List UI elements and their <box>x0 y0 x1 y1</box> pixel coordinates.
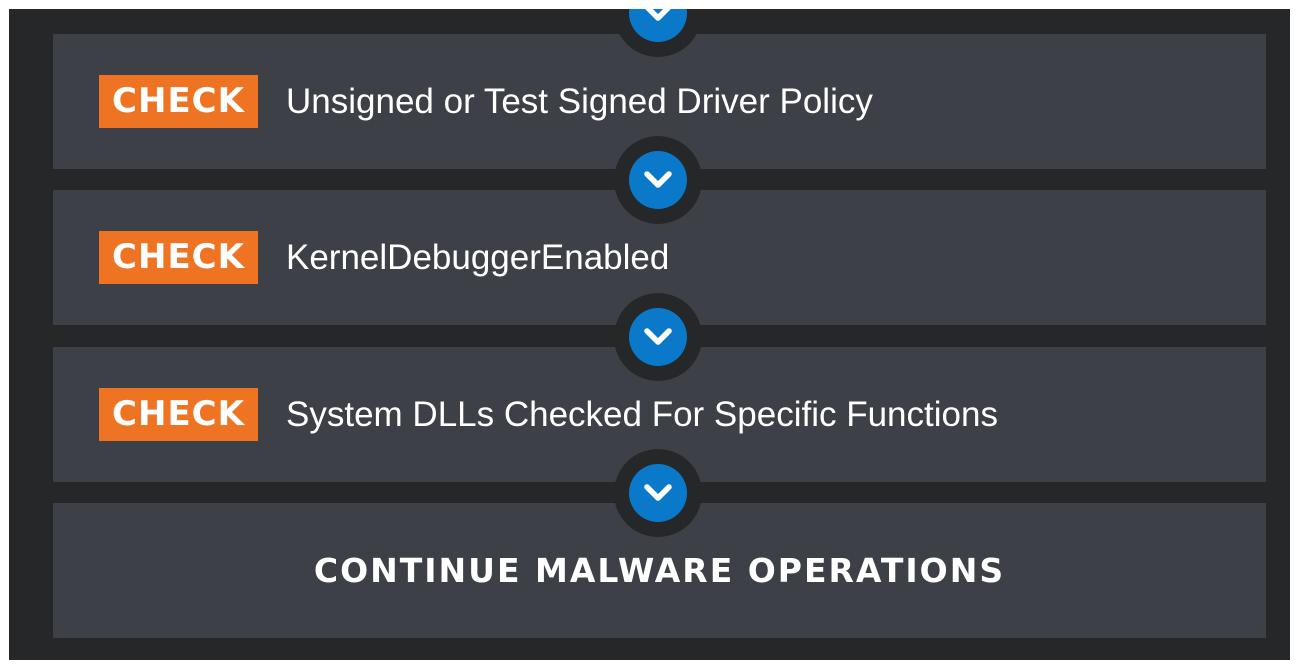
check-badge: CHECK <box>99 75 258 128</box>
step-label: System DLLs Checked For Specific Functio… <box>286 395 998 434</box>
step-label: KernelDebuggerEnabled <box>286 238 670 277</box>
check-badge: CHECK <box>99 388 258 441</box>
final-step-label: CONTINUE MALWARE OPERATIONS <box>313 551 1006 590</box>
step-label: Unsigned or Test Signed Driver Policy <box>286 82 873 121</box>
flow-connector <box>614 293 702 381</box>
flow-connector <box>614 136 702 224</box>
chevron-down-icon <box>629 9 687 42</box>
flow-diagram: CHECK Unsigned or Test Signed Driver Pol… <box>9 9 1290 660</box>
chevron-down-icon <box>629 308 687 366</box>
chevron-down-icon <box>629 151 687 209</box>
check-badge: CHECK <box>99 231 258 284</box>
chevron-down-icon <box>629 464 687 522</box>
flow-connector <box>614 449 702 537</box>
